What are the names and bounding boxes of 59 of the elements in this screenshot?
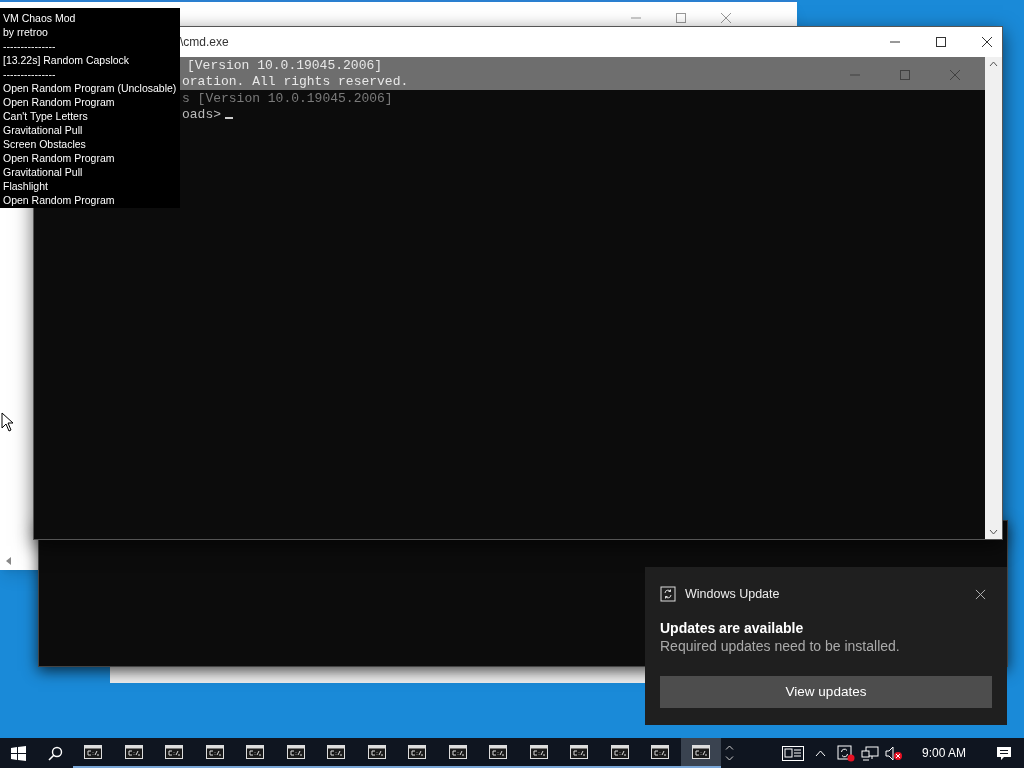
effect-entry: Gravitational Pull <box>3 123 84 137</box>
taskbar-app-button[interactable] <box>680 738 721 768</box>
console-icon <box>489 745 508 759</box>
console-icon <box>367 745 386 759</box>
overlay-title: VM Chaos Mod <box>3 11 77 25</box>
console-prompt: oads> <box>182 107 221 123</box>
effect-entry: Open Random Program <box>3 151 116 165</box>
toast-body: Required updates need to be installed. <box>660 636 901 655</box>
console-icon <box>84 745 103 759</box>
update-icon[interactable] <box>837 744 855 762</box>
close-icon[interactable] <box>975 588 986 600</box>
scroll-down-icon[interactable] <box>989 529 998 535</box>
clock[interactable]: 9:00 AM <box>922 744 967 762</box>
console-icon <box>327 745 346 759</box>
network-icon[interactable] <box>861 745 879 761</box>
maximize-icon[interactable] <box>935 36 947 48</box>
text-cursor <box>225 117 233 119</box>
effect-entry: Open Random Program <box>3 95 116 109</box>
toast-app-name: Windows Update <box>685 586 780 603</box>
update-icon <box>660 586 676 603</box>
console-line: [Version 10.0.19045.2006] <box>187 58 383 74</box>
console-icon <box>408 745 427 759</box>
taskbar-scroll[interactable] <box>725 745 734 761</box>
overlay-author: by rretroo <box>3 25 49 39</box>
effect-entry: Can't Type Letters <box>3 109 89 123</box>
scroll-up-icon[interactable] <box>989 61 998 67</box>
console-icon <box>651 745 670 759</box>
scroll-left-icon[interactable] <box>4 555 14 567</box>
console-icon <box>124 745 143 759</box>
effect-entry: Open Random Program (Unclosable) <box>3 81 178 95</box>
start-icon[interactable] <box>11 745 26 761</box>
toast-title: Updates are available <box>660 618 805 637</box>
effect-entry: Screen Obstacles <box>3 137 87 151</box>
effect-entry: Gravitational Pull <box>3 165 84 179</box>
view-updates-button[interactable]: View updates <box>660 675 992 708</box>
console-icon <box>570 745 589 759</box>
console-icon <box>691 745 710 759</box>
current-effect: [13.22s] Random Capslock <box>3 53 131 67</box>
notifications-icon[interactable] <box>996 745 1013 761</box>
chevron-down-icon[interactable] <box>725 756 734 761</box>
overlay-separator: --------------- <box>3 67 57 81</box>
effect-entry: Flashlight <box>3 179 49 193</box>
console-icon <box>205 745 224 759</box>
console-icon <box>286 745 305 759</box>
console-icon <box>448 745 467 759</box>
console-line: oration. All rights reserved. <box>182 74 409 90</box>
console-icon <box>246 745 265 759</box>
console-icon <box>165 745 184 759</box>
search-icon[interactable] <box>48 745 63 761</box>
close-icon[interactable] <box>981 36 993 48</box>
effect-entry: Open Random Program <box>3 193 116 207</box>
console-icon <box>529 745 548 759</box>
volume-muted-icon[interactable] <box>885 745 903 761</box>
console-line: s [Version 10.0.19045.2006] <box>182 91 393 107</box>
news-icon[interactable] <box>782 745 804 761</box>
scrollbar[interactable] <box>985 57 1002 539</box>
window-title: \cmd.exe <box>180 34 229 51</box>
console-icon <box>610 745 629 759</box>
overlay-separator: --------------- <box>3 39 57 53</box>
